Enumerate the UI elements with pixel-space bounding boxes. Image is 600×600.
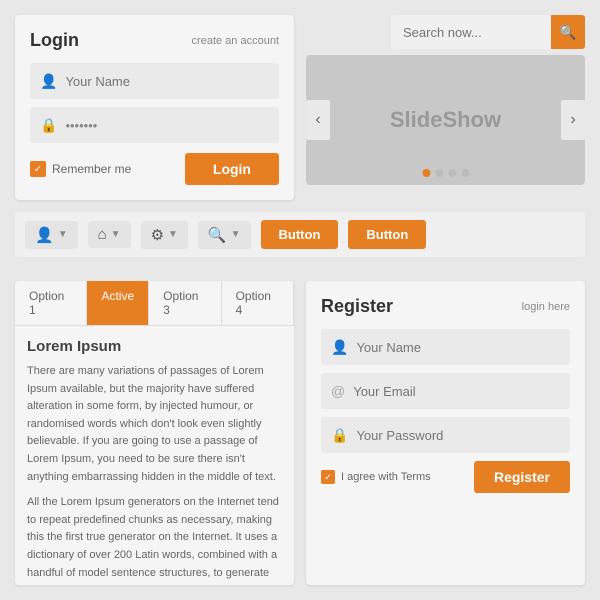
remember-checkbox[interactable]: ✓ (30, 161, 46, 177)
register-button[interactable]: Register (474, 461, 570, 493)
user-icon: 👤 (35, 226, 54, 244)
login-panel: Login create an account 👤 🔒 ✓ Remember m… (15, 15, 294, 200)
tab-option3[interactable]: Option 3 (149, 281, 221, 325)
chevron-down-icon: ▼ (168, 229, 178, 240)
username-input-group: 👤 (30, 63, 279, 99)
search-wrapper: 🔍 (391, 15, 585, 49)
toolbar: 👤 ▼ ⌂ ▼ ⚙ ▼ 🔍 ▼ Button Button (15, 212, 585, 257)
agree-checkbox[interactable]: ✓ (321, 470, 335, 484)
content-title: Lorem Ipsum (27, 338, 282, 355)
register-footer: ✓ I agree with Terms Register (321, 461, 570, 493)
slideshow-panel: SlideShow ‹ › (306, 55, 585, 185)
dot-2[interactable] (435, 169, 443, 177)
tabs-row: Option 1 Active Option 3 Option 4 (15, 281, 294, 326)
reg-password-input[interactable] (356, 428, 560, 443)
register-panel: Register login here 👤 @ 🔒 ✓ I agree with… (306, 281, 585, 585)
home-icon: ⌂ (98, 226, 107, 243)
slideshow-label: SlideShow (390, 107, 501, 133)
login-title: Login (30, 30, 79, 51)
dot-1[interactable] (422, 169, 430, 177)
toolbar-user-group[interactable]: 👤 ▼ (25, 221, 78, 249)
email-icon: @ (331, 383, 345, 399)
right-column: 🔍 SlideShow ‹ › (306, 15, 585, 200)
search-input[interactable] (391, 15, 551, 49)
create-account-link[interactable]: create an account (192, 35, 279, 47)
gear-icon: ⚙ (151, 226, 164, 244)
toolbar-search-group[interactable]: 🔍 ▼ (198, 221, 251, 249)
reg-name-input[interactable] (356, 340, 560, 355)
reg-password-group: 🔒 (321, 417, 570, 453)
content-paragraph-2: All the Lorem Ipsum generators on the In… (27, 494, 282, 585)
login-header: Login create an account (30, 30, 279, 51)
chevron-down-icon: ▼ (111, 229, 121, 240)
reg-email-input[interactable] (353, 384, 560, 399)
password-input-group: 🔒 (30, 107, 279, 143)
tab-option1[interactable]: Option 1 (15, 281, 87, 325)
search-area: 🔍 (306, 15, 585, 49)
remember-label: Remember me (52, 162, 131, 176)
slide-next-button[interactable]: › (561, 100, 585, 140)
lock-icon: 🔒 (331, 427, 348, 444)
register-header: Register login here (321, 296, 570, 317)
username-input[interactable] (65, 74, 269, 89)
dot-4[interactable] (461, 169, 469, 177)
search-icon: 🔍 (208, 226, 227, 244)
chevron-down-icon: ▼ (231, 229, 241, 240)
search-button[interactable]: 🔍 (551, 15, 585, 49)
tab-option4[interactable]: Option 4 (222, 281, 294, 325)
user-icon: 👤 (40, 73, 57, 90)
login-button[interactable]: Login (185, 153, 279, 185)
content-paragraph-1: There are many variations of passages of… (27, 363, 282, 486)
login-here-link[interactable]: login here (522, 301, 570, 313)
password-input[interactable] (65, 118, 269, 133)
chevron-down-icon: ▼ (58, 229, 68, 240)
tabs-panel: Option 1 Active Option 3 Option 4 Lorem … (15, 281, 294, 585)
reg-name-group: 👤 (321, 329, 570, 365)
toolbar-settings-group[interactable]: ⚙ ▼ (141, 221, 188, 249)
dot-3[interactable] (448, 169, 456, 177)
slideshow-dots (422, 169, 469, 177)
toolbar-button-2[interactable]: Button (348, 220, 426, 249)
toolbar-home-group[interactable]: ⌂ ▼ (88, 221, 131, 248)
slide-prev-button[interactable]: ‹ (306, 100, 330, 140)
agree-label: I agree with Terms (341, 471, 431, 483)
user-icon: 👤 (331, 339, 348, 356)
toolbar-button-1[interactable]: Button (261, 220, 339, 249)
lock-icon: 🔒 (40, 117, 57, 134)
register-title: Register (321, 296, 393, 317)
tab-active[interactable]: Active (87, 281, 149, 325)
agree-terms-group: ✓ I agree with Terms (321, 470, 431, 484)
search-icon: 🔍 (559, 24, 576, 41)
login-footer: ✓ Remember me Login (30, 153, 279, 185)
tab-content-area: Lorem Ipsum There are many variations of… (15, 326, 294, 585)
reg-email-group: @ (321, 373, 570, 409)
slideshow-container: SlideShow ‹ › (306, 55, 585, 185)
remember-me-group: ✓ Remember me (30, 161, 131, 177)
